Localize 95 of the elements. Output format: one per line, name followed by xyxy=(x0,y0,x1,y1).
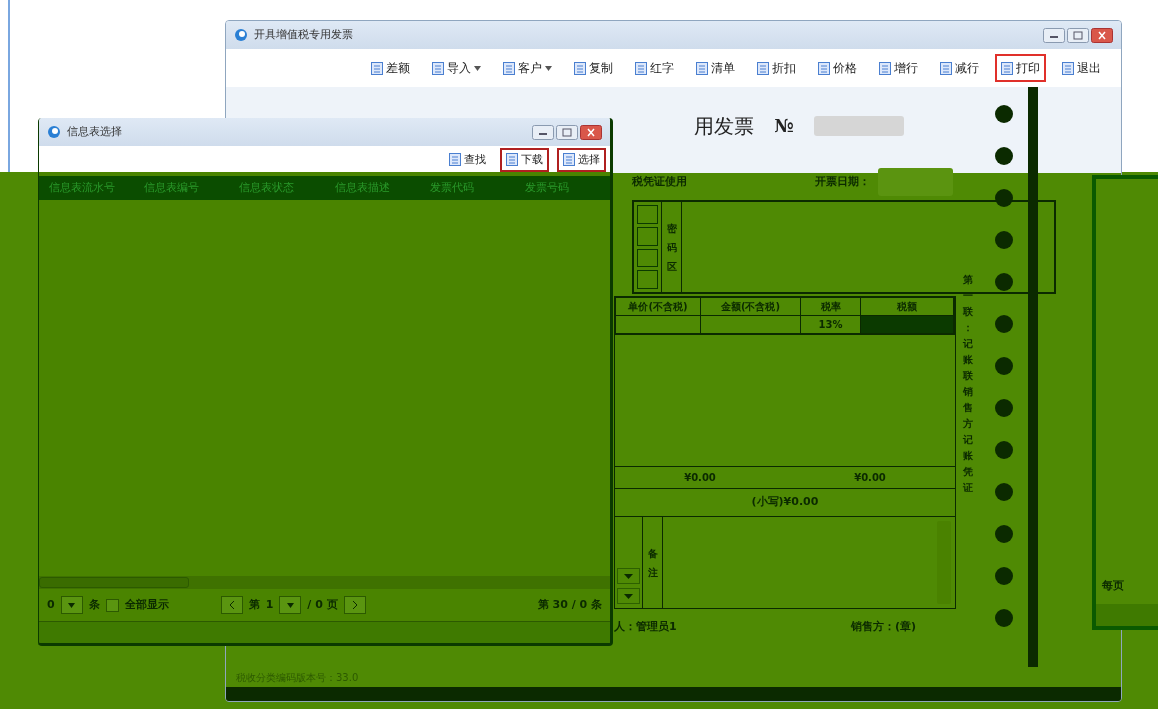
page-suffix: / 0 页 xyxy=(307,596,338,613)
record-info: 第 30 / 0 条 xyxy=(537,596,602,613)
per-page-label: 每页 xyxy=(1101,577,1125,594)
document-icon xyxy=(432,61,444,75)
punch-hole xyxy=(995,609,1013,627)
seller-text: 销售方：(章) xyxy=(850,618,916,635)
total-amount: ¥0.00 xyxy=(854,471,886,485)
issuer-text: 人：管理员1 xyxy=(614,618,677,635)
document-icon xyxy=(506,153,518,167)
column-header: 发票号码 xyxy=(523,179,570,196)
toolbar-button[interactable]: 退出 xyxy=(1056,54,1107,82)
document-icon xyxy=(696,61,708,75)
column-header: 信息表编号 xyxy=(143,179,201,196)
cipher-cell xyxy=(637,248,658,268)
cipher-cell xyxy=(637,270,658,289)
toolbar-button[interactable]: 选择 xyxy=(557,147,606,172)
page-prefix: 第 xyxy=(248,596,260,613)
current-page: 1 xyxy=(265,596,274,613)
document-icon xyxy=(563,153,575,167)
cipher-label: 密码区 xyxy=(666,221,677,274)
caret-icon xyxy=(68,602,76,608)
app-logo-icon xyxy=(47,125,61,139)
toolbar-button[interactable]: 减行 xyxy=(934,54,985,82)
purpose-text: 税凭证使用 xyxy=(632,173,687,190)
page-size: 0 xyxy=(47,596,55,613)
document-icon xyxy=(879,61,891,75)
punch-hole xyxy=(995,525,1013,543)
column-header: 单价(不含税) xyxy=(616,298,701,316)
close-icon[interactable] xyxy=(580,124,602,140)
document-icon xyxy=(757,61,769,75)
punch-hole xyxy=(995,231,1013,249)
minimize-icon[interactable] xyxy=(532,124,554,140)
minimize-icon[interactable] xyxy=(1043,27,1065,43)
document-icon xyxy=(635,61,647,75)
toolbar-button[interactable]: 查找 xyxy=(443,147,492,172)
document-icon xyxy=(371,61,383,75)
previous-page-button[interactable] xyxy=(220,596,243,614)
toolbar-button[interactable]: 客户 xyxy=(497,54,558,82)
column-header: 信息表流水号 xyxy=(48,179,116,196)
toolbar-button[interactable]: 折扣 xyxy=(751,54,802,82)
document-icon xyxy=(1001,61,1013,75)
page-size-dropdown[interactable] xyxy=(60,596,83,614)
punch-hole xyxy=(995,315,1013,333)
document-icon xyxy=(940,61,952,75)
punch-hole xyxy=(995,399,1013,417)
toolbar-button[interactable]: 导入 xyxy=(426,54,487,82)
number-label: № xyxy=(774,114,794,138)
total-small: (小写)¥0.00 xyxy=(751,494,819,511)
column-header: 信息表描述 xyxy=(333,179,391,196)
document-icon xyxy=(449,153,461,167)
copy-note: 第一联：记账联销售方记账凭证 xyxy=(963,273,973,495)
close-icon[interactable] xyxy=(1091,27,1113,43)
window-title: 开具增值税专用发票 xyxy=(254,26,353,43)
cipher-cell xyxy=(637,226,658,246)
column-header: 发票代码 xyxy=(428,179,475,196)
column-header: 税率 xyxy=(801,298,861,316)
punch-hole xyxy=(995,567,1013,585)
date-label: 开票日期： xyxy=(815,173,870,190)
punch-hole xyxy=(995,105,1013,123)
chevron-left-icon xyxy=(228,600,235,610)
punch-hole xyxy=(995,147,1013,165)
caret-icon xyxy=(286,602,294,608)
toolbar-button[interactable]: 下载 xyxy=(500,147,549,172)
punch-hole xyxy=(995,441,1013,459)
document-icon xyxy=(1062,61,1074,75)
punch-hole xyxy=(995,273,1013,291)
document-icon xyxy=(503,61,515,75)
toolbar-button[interactable]: 差额 xyxy=(365,54,416,82)
toolbar-button[interactable]: 价格 xyxy=(812,54,863,82)
next-page-button[interactable] xyxy=(343,596,366,614)
unit-label: 条 xyxy=(88,596,100,613)
punch-hole xyxy=(995,483,1013,501)
caret-icon xyxy=(545,65,552,71)
document-icon xyxy=(574,61,586,75)
toolbar-button[interactable]: 打印 xyxy=(995,54,1046,82)
caret-icon xyxy=(474,65,481,71)
invoice-title: 用发票 xyxy=(694,112,754,140)
punch-hole xyxy=(995,357,1013,375)
checkbox[interactable] xyxy=(105,598,119,612)
chevron-right-icon xyxy=(351,600,358,610)
toolbar-button[interactable]: 清单 xyxy=(690,54,741,82)
page-dropdown[interactable] xyxy=(279,596,302,614)
app-logo-icon xyxy=(234,28,248,42)
window-title: 信息表选择 xyxy=(67,123,122,140)
toolbar-button[interactable]: 复制 xyxy=(568,54,619,82)
column-header: 金额(不含税) xyxy=(701,298,801,316)
checkbox-label: 全部显示 xyxy=(124,596,169,613)
total-amount: ¥0.00 xyxy=(684,471,716,485)
toolbar-button[interactable]: 红字 xyxy=(629,54,680,82)
scrollbar[interactable] xyxy=(39,576,610,589)
document-icon xyxy=(818,61,830,75)
column-header: 信息表状态 xyxy=(238,179,296,196)
status-bar xyxy=(1096,604,1158,626)
cipher-cell xyxy=(637,205,658,224)
toolbar-button[interactable]: 增行 xyxy=(873,54,924,82)
